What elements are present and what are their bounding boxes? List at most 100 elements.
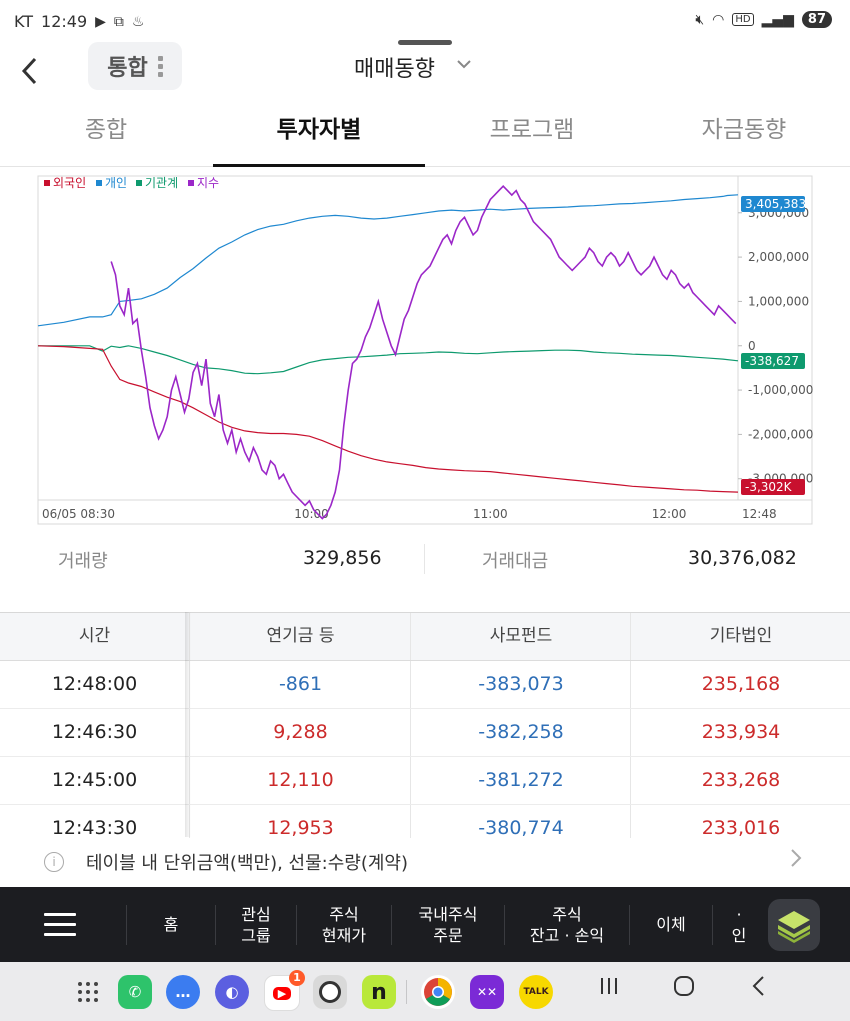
investor-trend-chart[interactable]: 3,000,000 2,000,000 1,000,000 0 -1,000,000 -2… <box>0 168 850 530</box>
legend-label: 기관계 <box>145 176 178 190</box>
table-row[interactable]: 12:48:00 -861 -383,073 235,168 <box>0 661 850 709</box>
home-button[interactable] <box>672 974 696 1005</box>
tab-fund-trend[interactable]: 자금동향 <box>638 104 850 166</box>
page-title[interactable]: 매매동향 <box>354 51 435 83</box>
menu-icon[interactable] <box>44 913 76 943</box>
system-back-button[interactable] <box>750 974 768 1005</box>
x-tick-label: 06/05 08:30 <box>42 507 115 521</box>
menu-domestic-order[interactable]: 국내주식 주문 <box>392 887 504 962</box>
menu-watchlist-line1: 관심 <box>241 904 271 924</box>
recent-apps-button[interactable] <box>598 974 620 1004</box>
y-tick-label: -1,000,000 <box>748 383 813 397</box>
kakaotalk-label: TALK <box>523 987 549 997</box>
menu-transfer-label: 이체 <box>656 915 686 934</box>
phone-icon[interactable]: ✆ <box>118 975 152 1009</box>
naver-icon[interactable]: n <box>362 975 396 1009</box>
menu-domestic-order-line1: 국내주식 <box>418 904 478 924</box>
mute-icon: 🔇︎ <box>695 11 705 28</box>
system-nav-bar: ✆ … ◐ ▶ 1 n ✕✕ TALK <box>0 962 850 1021</box>
x-axis-area <box>37 499 813 525</box>
menu-more-line2: 인 <box>731 925 747 945</box>
carrier: KT <box>14 12 34 31</box>
internet-icon[interactable]: ◐ <box>215 975 249 1009</box>
amount-label: 거래대금 <box>482 551 549 572</box>
row-other-corp: 235,168 <box>630 661 850 708</box>
row-time: 12:43:30 <box>51 817 138 838</box>
row-other-corp: 233,016 <box>630 805 850 838</box>
row-time: 12:46:30 <box>51 721 138 743</box>
tab-bar: 종합 투자자별 프로그램 자금동향 <box>0 104 850 167</box>
status-bar: KT 12:49 ▶ ⧉ ♨ 🔇︎ ◠ HD ▂▄▆ 87 <box>0 0 850 44</box>
tab-by-investor[interactable]: 투자자별 <box>213 104 425 167</box>
summary-divider <box>424 544 425 574</box>
tab-program[interactable]: 프로그램 <box>426 104 638 166</box>
back-button[interactable] <box>20 50 50 90</box>
menu-domestic-order-line2: 주문 <box>433 925 463 945</box>
menu-more-partial[interactable]: · 인 <box>713 887 765 962</box>
legend-label: 개인 <box>105 176 127 190</box>
x-tick-label: 10:00 <box>294 507 329 521</box>
app-drawer-icon[interactable] <box>71 975 105 1009</box>
header-other-corp: 기타법인 <box>630 613 850 660</box>
market-selector[interactable]: 통합 <box>88 42 182 90</box>
row-pension: 12,953 <box>189 805 411 838</box>
camera-icon[interactable] <box>313 975 347 1009</box>
youtube-notification-icon: ▶ <box>95 13 106 30</box>
legend-swatch <box>136 180 142 186</box>
notification-badge: 1 <box>289 970 305 986</box>
row-private-equity: -382,258 <box>410 709 631 756</box>
menu-transfer[interactable]: 이체 <box>630 887 712 962</box>
chart-svg[interactable]: 3,000,0002,000,0001,000,0000-1,000,000-2… <box>0 168 850 530</box>
row-pension: -861 <box>189 661 411 708</box>
kakaotalk-icon[interactable]: TALK <box>519 975 553 1009</box>
youtube-icon[interactable]: ▶ 1 <box>264 970 305 1011</box>
menu-stock-quote-line2: 현재가 <box>321 925 367 945</box>
screenshot-icon: ⧉ <box>113 13 124 30</box>
end-value-label-foreign: -3,302K <box>745 480 793 494</box>
more-vertical-icon <box>157 55 163 77</box>
y-tick-label: -2,000,000 <box>748 427 813 441</box>
legend-label: 외국인 <box>53 176 86 190</box>
back-arrow-icon <box>21 57 37 85</box>
menu-watchlist[interactable]: 관심 그룹 <box>216 887 296 962</box>
end-value-label-institution: -338,627 <box>745 354 799 368</box>
menu-stock-quote-line1: 주식 <box>329 904 359 924</box>
apps-icon[interactable]: ✕✕ <box>470 975 504 1009</box>
unit-note[interactable]: i 테이블 내 단위금액(백만), 선물:수량(계약) <box>0 838 850 886</box>
chrome-icon[interactable] <box>421 975 455 1009</box>
table-row[interactable]: 12:45:00 12,110 -381,272 233,268 <box>0 757 850 805</box>
table-row[interactable]: 12:43:30 12,953 -380,774 233,016 <box>0 805 850 838</box>
clock: 12:49 <box>41 12 88 31</box>
info-icon: i <box>44 852 64 872</box>
amount-value: 30,376,082 <box>688 547 797 569</box>
y-tick-label: 0 <box>748 339 756 353</box>
menu-balance[interactable]: 주식 잔고 · 손익 <box>505 887 629 962</box>
row-other-corp: 233,934 <box>630 709 850 756</box>
x-tick-label: 12:00 <box>652 507 687 521</box>
chevron-down-icon[interactable] <box>456 54 472 75</box>
chevron-right-icon[interactable] <box>790 848 802 874</box>
table-header: 시간 연기금 등 사모펀드 기타법인 <box>0 613 850 661</box>
row-pension: 12,110 <box>189 757 411 804</box>
menu-stock-quote[interactable]: 주식 현재가 <box>297 887 391 962</box>
menu-home[interactable]: 홈 <box>127 887 215 962</box>
layers-icon <box>778 911 810 943</box>
layers-button[interactable] <box>768 899 820 951</box>
legend-swatch <box>188 180 194 186</box>
menu-balance-line1: 주식 <box>552 904 582 924</box>
header-private-equity: 사모펀드 <box>410 613 631 660</box>
cooking-icon: ♨ <box>131 13 145 30</box>
messages-icon[interactable]: … <box>166 975 200 1009</box>
table-row[interactable]: 12:46:30 9,288 -382,258 233,934 <box>0 709 850 757</box>
tab-overview[interactable]: 종합 <box>0 104 212 166</box>
row-private-equity: -380,774 <box>410 805 631 838</box>
row-pension: 9,288 <box>189 709 411 756</box>
row-private-equity: -381,272 <box>410 757 631 804</box>
dock-separator <box>406 980 407 1004</box>
row-time: 12:45:00 <box>51 769 138 791</box>
header-time: 시간 <box>78 626 111 646</box>
legend-swatch <box>96 180 102 186</box>
end-value-label-individual: 3,405,383 <box>745 197 806 211</box>
row-time: 12:48:00 <box>51 673 138 695</box>
investor-table[interactable]: 시간 연기금 등 사모펀드 기타법인 12:48:00 -861 -383,07… <box>0 612 850 838</box>
